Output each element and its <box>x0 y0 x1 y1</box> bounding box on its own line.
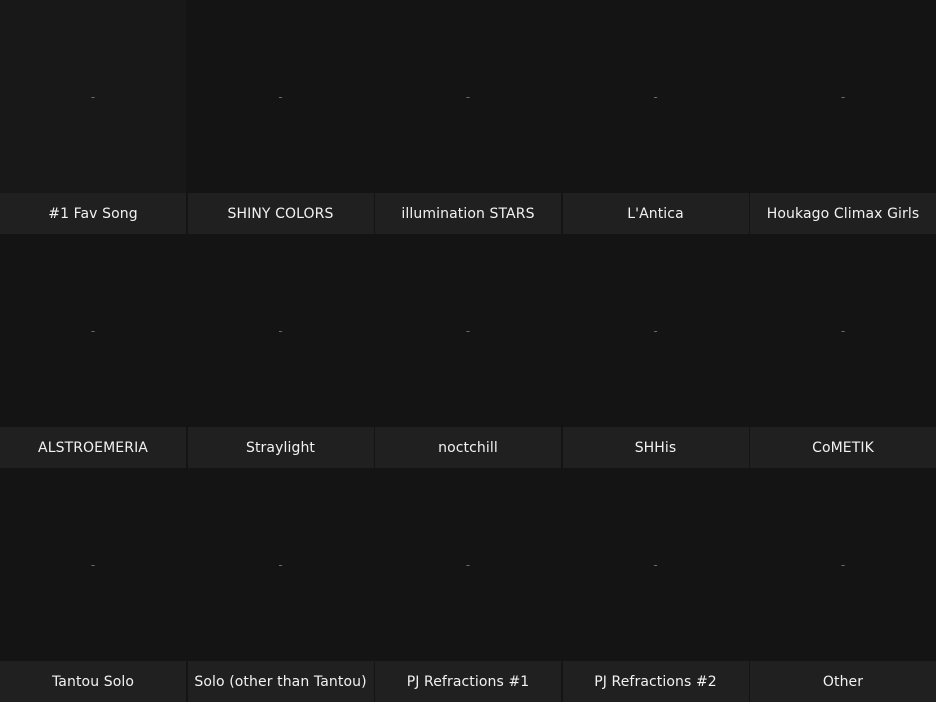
empty-placeholder: - <box>840 557 846 572</box>
image-slot[interactable]: - <box>562 0 749 193</box>
image-slot[interactable]: - <box>562 234 749 427</box>
image-slot[interactable]: - <box>0 0 186 193</box>
song-category-grid: - #1 Fav Song - SHINY COLORS - illuminat… <box>0 0 936 702</box>
empty-placeholder: - <box>90 89 96 104</box>
image-slot[interactable]: - <box>750 234 936 427</box>
category-label: Other <box>750 661 936 702</box>
empty-placeholder: - <box>278 557 283 572</box>
category-label: ALSTROEMERIA <box>0 427 186 468</box>
category-label: Houkago Climax Girls <box>750 193 936 234</box>
image-slot[interactable]: - <box>375 234 561 427</box>
category-label: Straylight <box>187 427 374 468</box>
image-slot[interactable]: - <box>562 468 749 661</box>
empty-placeholder: - <box>90 323 96 338</box>
category-cell-noctchill[interactable]: - noctchill <box>375 234 561 468</box>
empty-placeholder: - <box>465 557 471 572</box>
image-slot[interactable]: - <box>0 234 186 427</box>
empty-placeholder: - <box>840 89 846 104</box>
image-slot[interactable]: - <box>187 0 374 193</box>
category-cell-shhis[interactable]: - SHHis <box>562 234 749 468</box>
category-label: noctchill <box>375 427 561 468</box>
category-cell-houkago-climax-girls[interactable]: - Houkago Climax Girls <box>750 0 936 234</box>
category-label: Tantou Solo <box>0 661 186 702</box>
empty-placeholder: - <box>278 323 283 338</box>
category-cell-lantica[interactable]: - L'Antica <box>562 0 749 234</box>
category-cell-cometik[interactable]: - CoMETIK <box>750 234 936 468</box>
image-slot[interactable]: - <box>375 0 561 193</box>
empty-placeholder: - <box>465 323 471 338</box>
image-slot[interactable]: - <box>750 0 936 193</box>
empty-placeholder: - <box>465 89 471 104</box>
empty-placeholder: - <box>653 323 658 338</box>
category-cell-fav-song[interactable]: - #1 Fav Song <box>0 0 186 234</box>
empty-placeholder: - <box>653 557 658 572</box>
empty-placeholder: - <box>278 89 283 104</box>
image-slot[interactable]: - <box>750 468 936 661</box>
category-cell-shiny-colors[interactable]: - SHINY COLORS <box>187 0 374 234</box>
category-label: SHINY COLORS <box>187 193 374 234</box>
image-slot[interactable]: - <box>375 468 561 661</box>
empty-placeholder: - <box>90 557 96 572</box>
category-label: L'Antica <box>562 193 749 234</box>
image-slot[interactable]: - <box>0 468 186 661</box>
category-cell-pj-refractions-1[interactable]: - PJ Refractions #1 <box>375 468 561 702</box>
category-label: PJ Refractions #2 <box>562 661 749 702</box>
category-label: SHHis <box>562 427 749 468</box>
category-cell-illumination-stars[interactable]: - illumination STARS <box>375 0 561 234</box>
category-label: #1 Fav Song <box>0 193 186 234</box>
category-label: PJ Refractions #1 <box>375 661 561 702</box>
category-cell-pj-refractions-2[interactable]: - PJ Refractions #2 <box>562 468 749 702</box>
category-cell-tantou-solo[interactable]: - Tantou Solo <box>0 468 186 702</box>
category-label: Solo (other than Tantou) <box>187 661 374 702</box>
category-label: CoMETIK <box>750 427 936 468</box>
category-cell-other[interactable]: - Other <box>750 468 936 702</box>
empty-placeholder: - <box>653 89 658 104</box>
image-slot[interactable]: - <box>187 468 374 661</box>
category-cell-alstroemeria[interactable]: - ALSTROEMERIA <box>0 234 186 468</box>
category-label: illumination STARS <box>375 193 561 234</box>
category-cell-solo-other[interactable]: - Solo (other than Tantou) <box>187 468 374 702</box>
empty-placeholder: - <box>840 323 846 338</box>
category-cell-straylight[interactable]: - Straylight <box>187 234 374 468</box>
image-slot[interactable]: - <box>187 234 374 427</box>
